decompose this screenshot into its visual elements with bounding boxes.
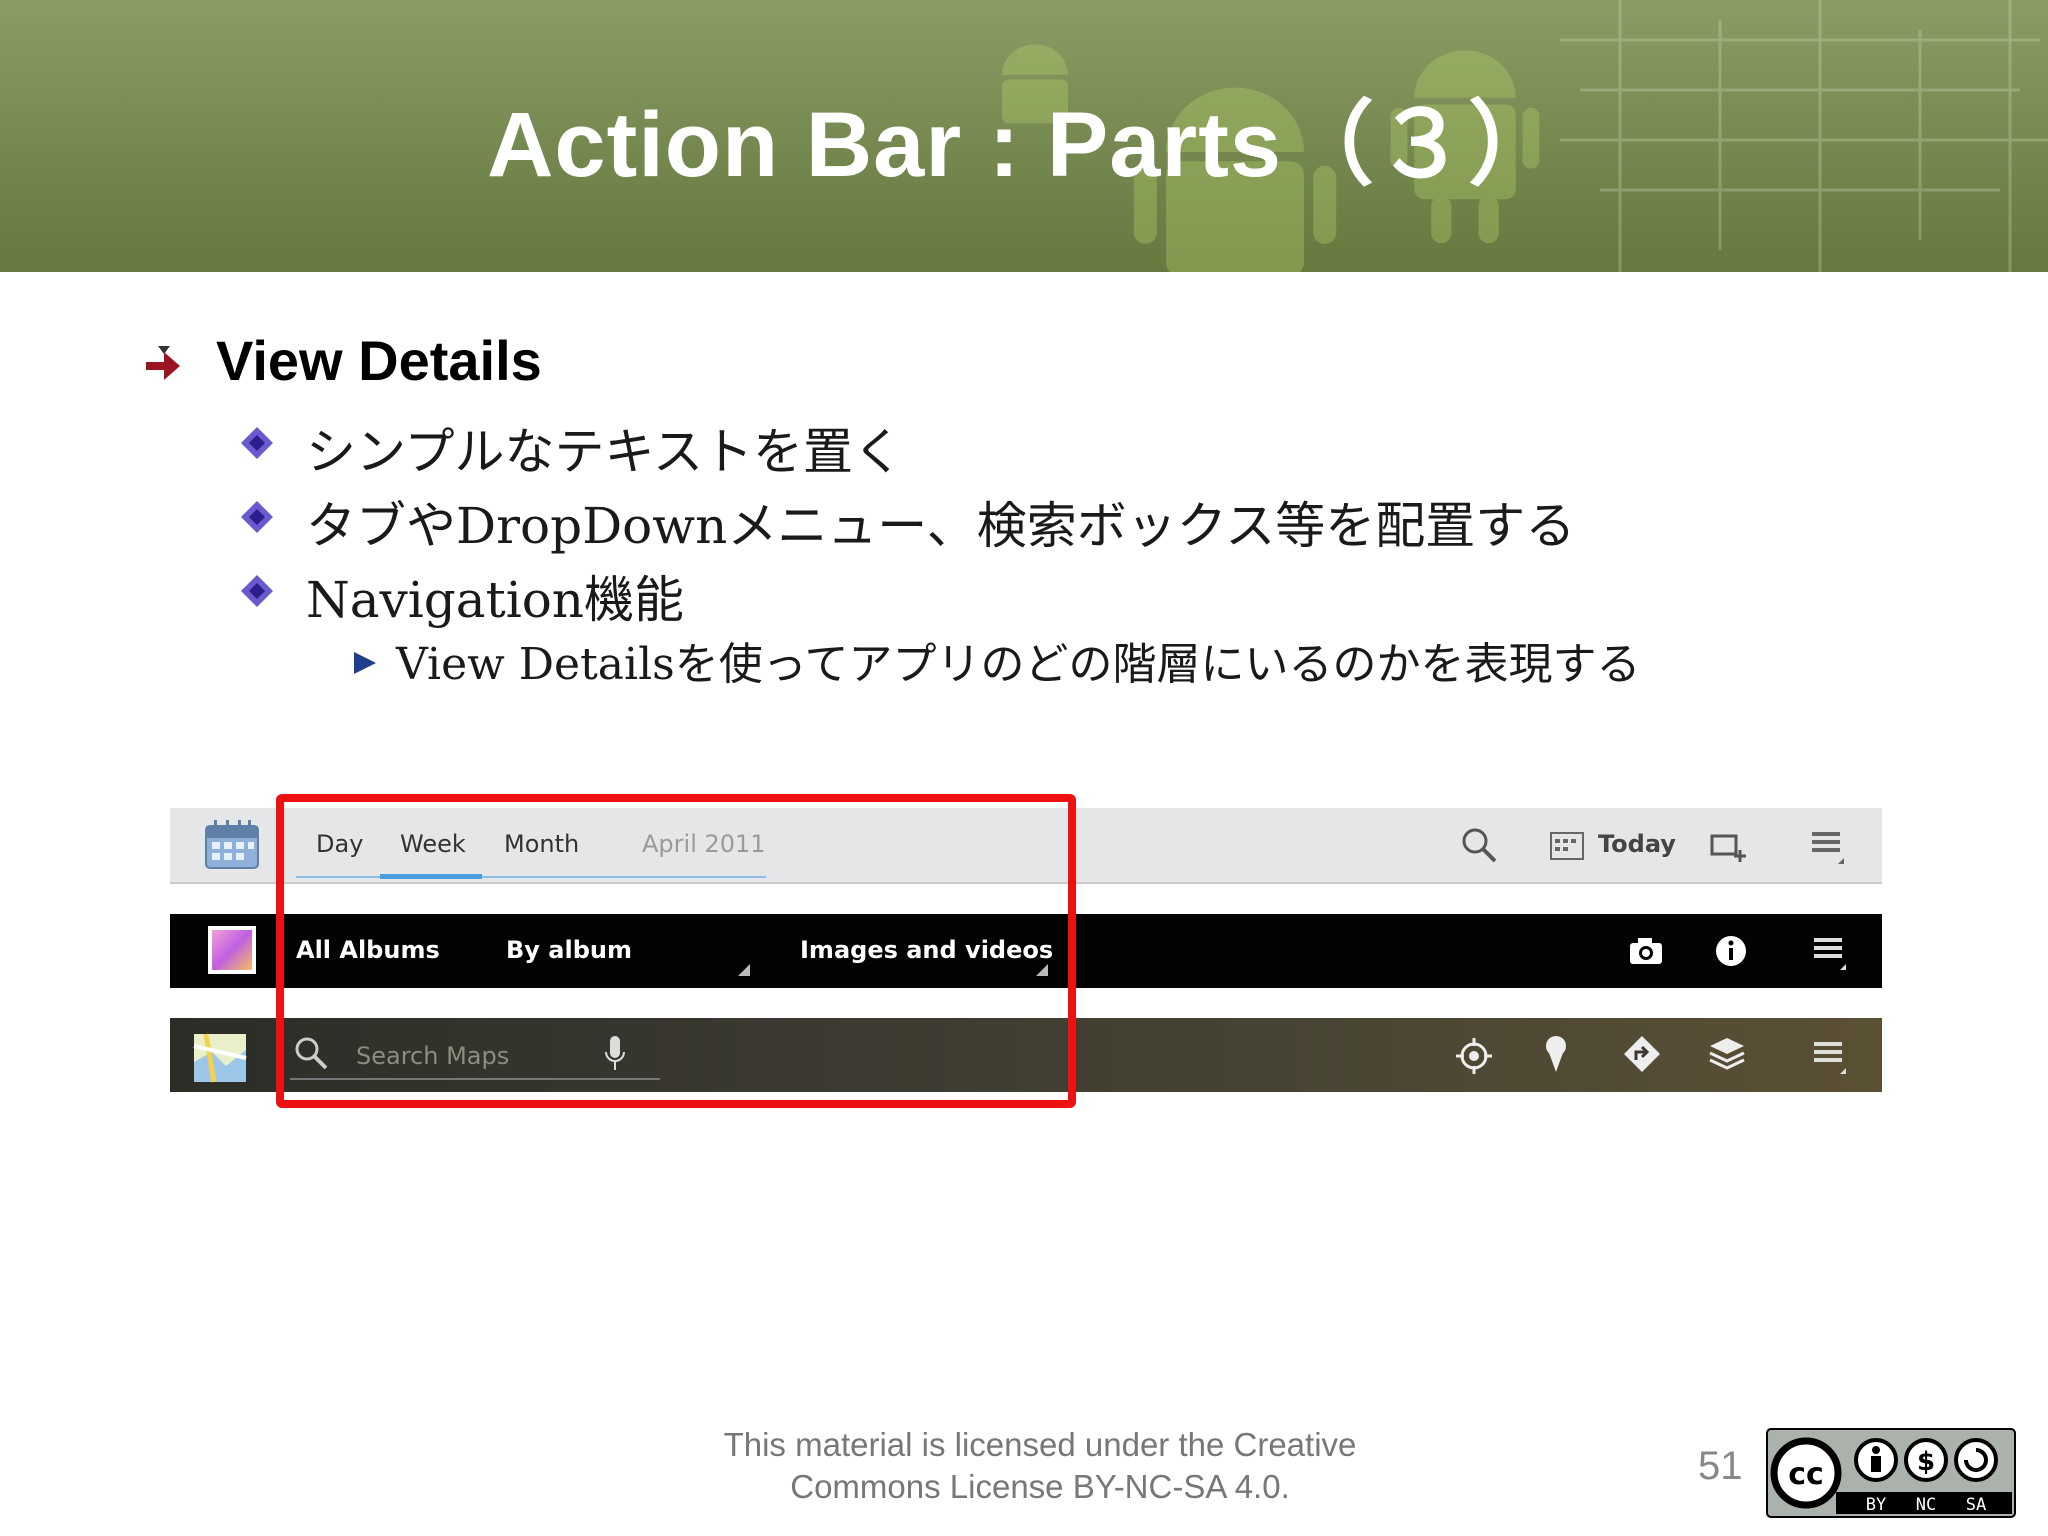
maps-app-icon[interactable] [192,1032,248,1084]
bullet-item: Navigation機能 [306,571,685,629]
slide-header: Action Bar : Parts（３） [0,0,2048,272]
add-event-icon[interactable] [1710,830,1748,862]
bullet-heading: View Details [216,329,542,392]
my-location-icon[interactable] [1454,1036,1494,1076]
badge-by: BY [1866,1495,1886,1515]
diamond-bullet-icon [241,575,273,607]
camera-icon[interactable] [1628,936,1664,966]
cc-by-nc-sa-badge-icon: cc $ BY NC SA [1766,1428,2016,1518]
gallery-app-icon[interactable] [206,924,258,976]
license-footer: This material is licensed under the Crea… [640,1424,1440,1508]
calendar-app-icon[interactable] [204,820,260,870]
view-details-highlight-box [276,794,1076,1108]
overflow-menu-icon[interactable] [1810,828,1846,864]
today-button[interactable]: Today [1598,830,1676,858]
footer-line-1: This material is licensed under the Crea… [723,1426,1357,1463]
triangle-bullet-icon [354,652,376,674]
slide-title: Action Bar : Parts（３） [486,94,1562,196]
overflow-menu-icon[interactable] [1812,934,1848,970]
page-number: 51 [1698,1444,1743,1488]
info-icon[interactable] [1714,934,1748,968]
nc-symbol: $ [1917,1447,1935,1477]
search-icon[interactable] [1460,826,1498,864]
diamond-bullet-icon [241,427,273,459]
cc-text: cc [1788,1457,1824,1492]
bullet-item: シンプルなテキストを置く [306,423,903,481]
bullet-sub-item: View Detailsを使ってアプリのどの階層にいるのかを表現する [396,639,1641,690]
badge-sa: SA [1966,1495,1986,1515]
place-pin-icon[interactable] [1542,1034,1570,1074]
red-arrow-bullet-icon [146,346,180,380]
layers-icon[interactable] [1708,1036,1746,1072]
diamond-bullet-icon [241,501,273,533]
today-calendar-icon [1550,832,1584,860]
overflow-menu-icon[interactable] [1812,1038,1848,1074]
bullet-item: タブやDropDownメニュー、検索ボックス等を配置する [306,497,1576,555]
footer-line-2: Commons License BY-NC-SA 4.0. [790,1468,1290,1505]
badge-nc: NC [1916,1495,1936,1515]
directions-icon[interactable] [1622,1034,1662,1074]
